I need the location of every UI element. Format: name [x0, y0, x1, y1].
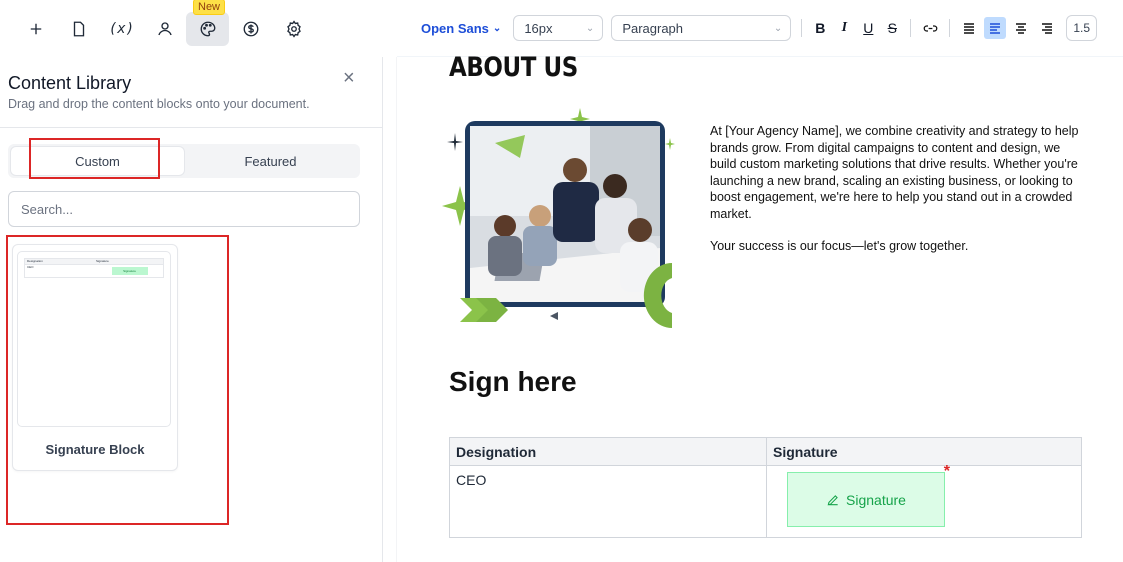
- editor-toolbar: Open Sans ⌄ 16px ⌄ Paragraph ⌄ B I U S 1…: [397, 0, 1123, 57]
- page-button[interactable]: [57, 12, 100, 46]
- document-edge: [396, 57, 397, 562]
- table-header-row: Designation Signature: [449, 437, 1082, 466]
- pricing-button[interactable]: [229, 12, 272, 46]
- align-center-icon: [1016, 23, 1027, 34]
- user-icon: [157, 21, 172, 35]
- strikethrough-button[interactable]: S: [880, 20, 904, 36]
- align-left-button[interactable]: [958, 17, 980, 39]
- underline-button[interactable]: U: [856, 20, 880, 36]
- font-size-select[interactable]: 16px ⌄: [513, 15, 604, 41]
- block-type-select[interactable]: Paragraph ⌄: [611, 15, 792, 41]
- link-icon: [923, 24, 938, 32]
- signature-label: Signature: [846, 491, 906, 508]
- font-family-dropdown[interactable]: Open Sans ⌄: [421, 21, 501, 36]
- signature-field[interactable]: * Signature: [787, 463, 950, 527]
- dollar-circle-icon: [243, 21, 258, 36]
- panel-subtitle: Drag and drop the content blocks onto yo…: [8, 97, 310, 111]
- panel-title: Content Library: [8, 73, 132, 93]
- about-paragraph-1: At [Your Agency Name], we combine creati…: [710, 124, 1079, 221]
- header-signature: Signature: [766, 437, 1082, 466]
- font-size-value: 16px: [524, 20, 553, 36]
- bold-button[interactable]: B: [808, 20, 832, 36]
- highlight-box-tab: [29, 138, 160, 179]
- close-icon[interactable]: ×: [343, 67, 355, 90]
- palette-icon: [200, 21, 215, 36]
- align-right-button[interactable]: [1036, 17, 1058, 39]
- about-heading: ABOUT US: [449, 52, 578, 83]
- variables-icon: (x): [108, 20, 135, 37]
- about-text[interactable]: At [Your Agency Name], we combine creati…: [710, 123, 1084, 255]
- team-photo-image: [442, 108, 675, 328]
- required-asterisk: *: [943, 463, 950, 480]
- recipients-button[interactable]: [143, 12, 186, 46]
- add-button[interactable]: [14, 12, 57, 46]
- header-designation: Designation: [449, 437, 767, 466]
- document-icon: [73, 21, 84, 36]
- font-family-value: Open Sans: [421, 20, 489, 36]
- team-photo: [440, 108, 675, 332]
- divider: [910, 19, 912, 37]
- align-center-button[interactable]: [1010, 17, 1032, 39]
- chevron-down-icon: ⌄: [585, 22, 595, 34]
- cell-signature: * Signature: [766, 463, 1082, 538]
- styles-button[interactable]: New: [186, 0, 229, 46]
- plus-icon: [30, 23, 41, 34]
- table-row: CEO * Signature: [449, 463, 1082, 538]
- line-height-select[interactable]: 1.5: [1066, 15, 1097, 41]
- block-type-value: Paragraph: [622, 20, 684, 36]
- italic-button[interactable]: I: [832, 20, 856, 36]
- sign-heading: Sign here: [449, 366, 577, 397]
- panel-divider: [0, 127, 383, 128]
- new-badge: New: [193, 0, 226, 15]
- gear-icon: [286, 19, 301, 38]
- chevron-down-icon: ⌄: [773, 22, 783, 34]
- about-paragraph-2: Your success is our focus—let's grow tog…: [710, 239, 969, 253]
- settings-button[interactable]: [272, 12, 315, 46]
- tab-featured[interactable]: Featured: [184, 147, 357, 175]
- left-toolbar: (x) New: [0, 0, 383, 57]
- align-justify-button[interactable]: [984, 17, 1007, 39]
- highlight-box-card: [6, 235, 229, 525]
- search-input[interactable]: Search...: [8, 191, 360, 227]
- signature-table: Designation Signature CEO * Signature: [449, 437, 1082, 538]
- align-left-icon: [964, 23, 975, 34]
- cell-designation[interactable]: CEO: [449, 465, 767, 538]
- align-justify-icon: [990, 23, 1001, 34]
- pen-icon: [827, 494, 838, 505]
- content-library-panel: Content Library Drag and drop the conten…: [0, 57, 383, 562]
- link-button[interactable]: [919, 17, 941, 39]
- divider: [801, 19, 803, 37]
- divider: [949, 19, 951, 37]
- variables-button[interactable]: (x): [100, 12, 143, 46]
- chevron-down-icon: ⌄: [492, 22, 502, 34]
- align-right-icon: [1042, 23, 1053, 34]
